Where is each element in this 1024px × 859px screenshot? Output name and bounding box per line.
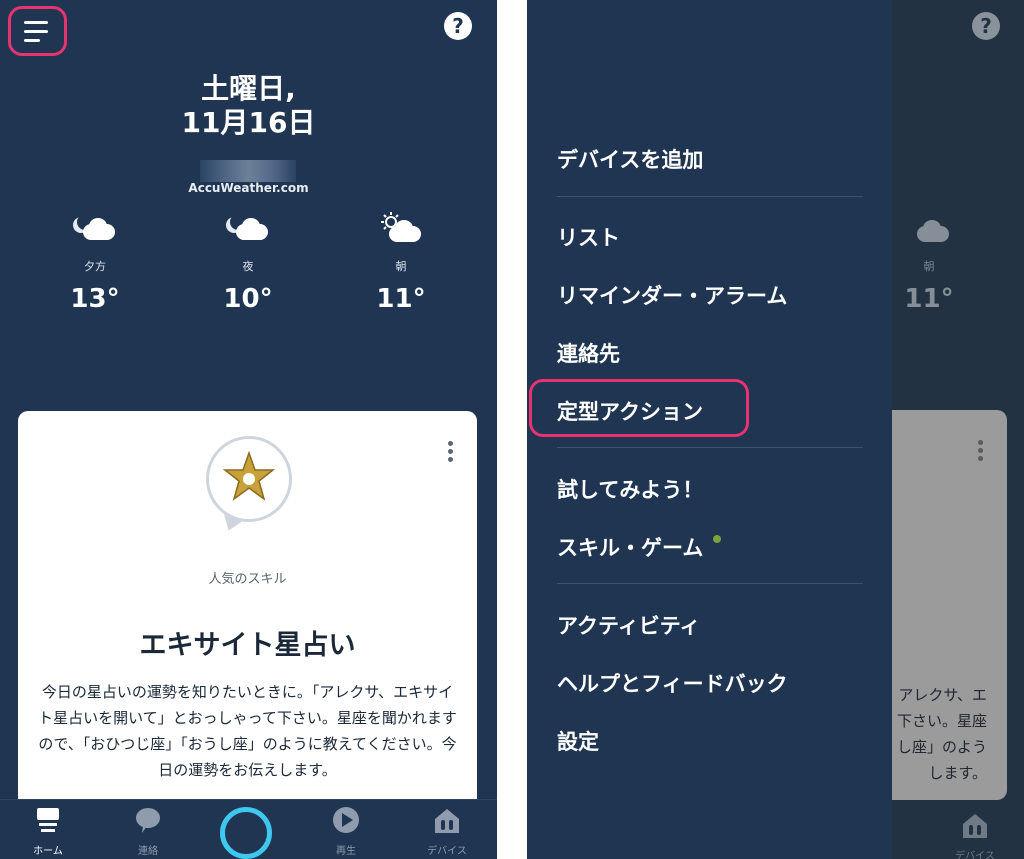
partly-cloudy-day-icon	[379, 212, 423, 244]
home-screen: ? 土曜日, 11月16日 AccuWeather.com 夕方 13° 夜 1…	[0, 0, 497, 859]
divider	[557, 447, 863, 448]
menu-item-add-device[interactable]: デバイスを追加	[557, 144, 703, 174]
forecast-temp: 10°	[223, 284, 273, 314]
forecast-label: 朝	[923, 260, 935, 273]
hamburger-menu-icon	[24, 21, 48, 24]
alexa-ring-icon[interactable]	[220, 807, 272, 859]
menu-item-settings[interactable]: 設定	[557, 726, 599, 756]
partly-cloudy-day-icon	[907, 212, 951, 244]
menu-item-lists[interactable]: リスト	[557, 222, 620, 252]
bottom-tab-bar: ホーム 連絡 再生 デバイス	[0, 799, 497, 859]
skill-logo	[206, 436, 292, 534]
menu-item-reminders-alarms[interactable]: リマインダー・アラーム	[557, 280, 787, 310]
menu-item-things-to-try[interactable]: 試してみよう！	[557, 474, 703, 504]
divider	[557, 196, 863, 197]
forecast-morning[interactable]: 朝 11°	[351, 212, 451, 314]
weather-source: AccuWeather.com	[188, 181, 309, 195]
chat-bubble-icon	[108, 806, 188, 842]
skill-description: 今日の星占いの運勢を知りたいときに。「アレクサ、エキサイト星占いを開いて」とおっ…	[38, 683, 457, 779]
new-badge-dot	[713, 535, 721, 543]
dimmed-tab-devices: デバイス	[935, 805, 1015, 859]
forecast-night[interactable]: 夜 10°	[198, 212, 298, 314]
date-day: 11月16日	[181, 106, 316, 139]
dimmed-description: アレクサ、エ 下さい。星座 し座」のよう します。	[892, 682, 987, 786]
devices-icon	[407, 806, 487, 842]
more-options-icon[interactable]	[448, 441, 454, 463]
dimmed-line: アレクサ、エ	[898, 686, 987, 704]
menu-item-activity[interactable]: アクティビティ	[557, 610, 700, 640]
partly-cloudy-night-icon	[73, 212, 117, 244]
date-weekday: 土曜日,	[201, 72, 296, 105]
tab-label: ホーム	[33, 846, 63, 857]
dimmed-line: します。	[928, 764, 987, 782]
forecast-temp: 11°	[376, 284, 426, 314]
play-icon	[306, 806, 386, 842]
home-icon	[8, 806, 88, 842]
devices-icon	[935, 811, 1015, 847]
forecast-temp: 11°	[904, 284, 954, 314]
forecast-label: 夕方	[84, 260, 106, 273]
divider	[557, 583, 863, 584]
more-options-icon	[978, 440, 984, 462]
tab-label: 連絡	[138, 846, 158, 857]
tab-label: デバイス	[955, 851, 995, 859]
forecast-temp: 13°	[70, 284, 120, 314]
forecast-label: 朝	[395, 260, 407, 273]
dimmed-line: 下さい。星座	[896, 712, 987, 730]
dimmed-line: し座」のよう	[896, 738, 987, 756]
menu-item-routines[interactable]: 定型アクション	[557, 396, 703, 426]
skill-category: 人気のスキル	[208, 572, 287, 587]
tab-devices[interactable]: デバイス	[407, 800, 487, 857]
tab-communicate[interactable]: 連絡	[108, 800, 188, 857]
partly-cloudy-night-icon	[226, 212, 270, 244]
hamburger-menu-icon-bar	[24, 39, 40, 42]
hamburger-menu-button[interactable]	[8, 6, 67, 56]
tab-home[interactable]: ホーム	[8, 800, 88, 857]
skill-title: エキサイト星占い	[139, 630, 356, 661]
help-icon: ?	[972, 12, 1000, 40]
tab-play[interactable]: 再生	[306, 800, 386, 857]
forecast-evening[interactable]: 夕方 13°	[45, 212, 145, 314]
menu-item-help-feedback[interactable]: ヘルプとフィードバック	[557, 668, 788, 698]
dimmed-forecast: 朝 11°	[879, 212, 979, 314]
forecast-label: 夜	[242, 260, 254, 273]
star-icon	[223, 451, 275, 501]
tab-label: 再生	[336, 846, 356, 857]
navigation-drawer: デバイスを追加 リスト リマインダー・アラーム 連絡先 定型アクション 試してみ…	[527, 0, 892, 859]
tab-label: デバイス	[427, 846, 467, 857]
blurred-location	[200, 160, 296, 182]
menu-item-contacts[interactable]: 連絡先	[557, 338, 620, 368]
menu-screen: ? 朝 11° アレクサ、エ 下さい。星座 し座」のよう します。 デバイス デ…	[527, 0, 1024, 859]
help-icon[interactable]: ?	[444, 12, 472, 40]
menu-item-skills-games[interactable]: スキル・ゲーム	[557, 532, 703, 562]
skill-card[interactable]: 人気のスキル エキサイト星占い 今日の星占いの運勢を知りたいときに。「アレクサ、…	[18, 411, 477, 811]
hamburger-menu-icon-bar	[24, 30, 48, 33]
